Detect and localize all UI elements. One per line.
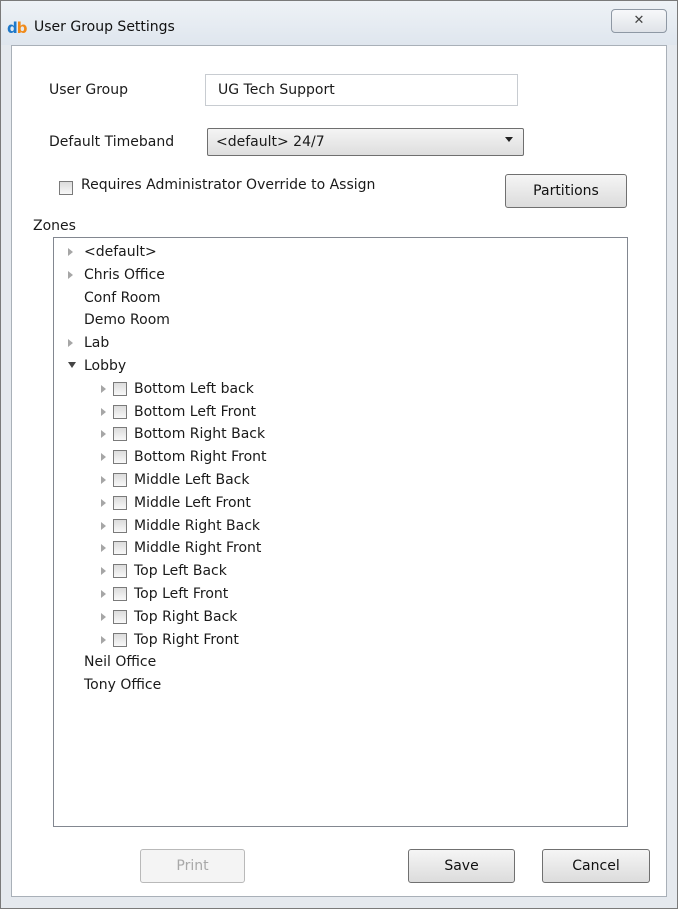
zone-checkbox[interactable]	[113, 518, 127, 533]
admin-override-label: Requires Administrator Override to Assig…	[81, 177, 376, 193]
zone-checkbox[interactable]	[113, 564, 127, 579]
zone-label: Bottom Right Back	[134, 426, 266, 443]
partitions-button[interactable]: Partitions	[505, 174, 627, 208]
zone-label: Middle Right Front	[134, 540, 262, 557]
cancel-button[interactable]: Cancel	[542, 849, 650, 883]
zone-checkbox[interactable]	[113, 427, 127, 442]
close-button[interactable]: ✕	[611, 9, 667, 33]
zone-label: Neil Office	[84, 654, 157, 671]
collapsed-arrow-icon[interactable]	[101, 476, 106, 484]
collapsed-arrow-icon[interactable]	[101, 590, 106, 598]
zone-label: Lab	[84, 335, 110, 352]
user-group-label: User Group	[49, 82, 128, 98]
collapsed-arrow-icon[interactable]	[101, 384, 106, 393]
default-timeband-select[interactable]: <default> 24/7	[207, 128, 524, 156]
app-logo: db	[7, 19, 27, 37]
zones-tree[interactable]: <default> Chris Office Conf Room Demo Room L…	[53, 237, 628, 827]
zone-checkbox[interactable]	[113, 404, 127, 419]
collapsed-arrow-icon[interactable]	[101, 612, 106, 621]
title-bar[interactable]: db User Group Settings ✕	[1, 1, 677, 45]
zone-label: Top Left Back	[134, 563, 227, 580]
chevron-down-icon	[505, 137, 513, 142]
zone-checkbox[interactable]	[113, 632, 127, 647]
user-group-input[interactable]: UG Tech Support	[205, 74, 518, 106]
user-group-settings-dialog: db User Group Settings ✕ User Group UG T…	[0, 0, 678, 909]
zone-checkbox[interactable]	[113, 587, 127, 601]
zone-checkbox[interactable]	[113, 450, 127, 465]
window-title: User Group Settings	[34, 19, 175, 35]
collapsed-arrow-icon[interactable]	[101, 430, 106, 439]
default-timeband-label: Default Timeband	[49, 134, 175, 150]
zone-label: Middle Right Back	[134, 517, 260, 534]
dialog-body: User Group UG Tech Support Default Timeb…	[11, 45, 667, 897]
collapsed-arrow-icon[interactable]	[68, 270, 73, 279]
zone-label: Bottom Left Front	[134, 403, 257, 420]
collapsed-arrow-icon[interactable]	[101, 453, 106, 462]
print-button[interactable]: Print	[140, 849, 245, 883]
collapsed-arrow-icon[interactable]	[68, 339, 73, 348]
zone-label: Top Left Front	[134, 586, 229, 602]
zone-label: Demo Room	[84, 312, 170, 329]
zone-label: Conf Room	[84, 289, 161, 306]
collapsed-arrow-icon[interactable]	[101, 407, 106, 416]
default-timeband-value: <default> 24/7	[216, 134, 325, 150]
zone-label: <default>	[84, 244, 157, 260]
collapsed-arrow-icon[interactable]	[101, 498, 106, 507]
zones-label: Zones	[33, 218, 76, 234]
collapsed-arrow-icon[interactable]	[101, 544, 106, 553]
save-button[interactable]: Save	[408, 849, 515, 883]
collapsed-arrow-icon[interactable]	[68, 248, 73, 256]
zone-label: Top Right Front	[134, 631, 239, 648]
zone-checkbox[interactable]	[113, 473, 127, 487]
zone-label: Top Right Back	[134, 608, 238, 625]
zone-checkbox[interactable]	[113, 381, 127, 396]
expanded-arrow-icon[interactable]	[68, 362, 76, 368]
zone-checkbox[interactable]	[113, 495, 127, 510]
zone-label: Bottom Right Front	[134, 449, 267, 466]
zone-label: Middle Left Back	[134, 472, 250, 488]
zone-label: Lobby	[84, 358, 127, 374]
collapsed-arrow-icon[interactable]	[101, 521, 106, 530]
close-icon: ✕	[633, 13, 645, 28]
zone-checkbox[interactable]	[113, 541, 127, 556]
zone-label: Middle Left Front	[134, 494, 251, 511]
collapsed-arrow-icon[interactable]	[101, 567, 106, 576]
zone-label: Tony Office	[84, 677, 162, 694]
zone-checkbox[interactable]	[113, 609, 127, 624]
admin-override-checkbox[interactable]	[59, 181, 73, 195]
zone-label: Bottom Left back	[134, 380, 254, 397]
zone-label: Chris Office	[84, 266, 165, 283]
collapsed-arrow-icon[interactable]	[101, 635, 106, 644]
